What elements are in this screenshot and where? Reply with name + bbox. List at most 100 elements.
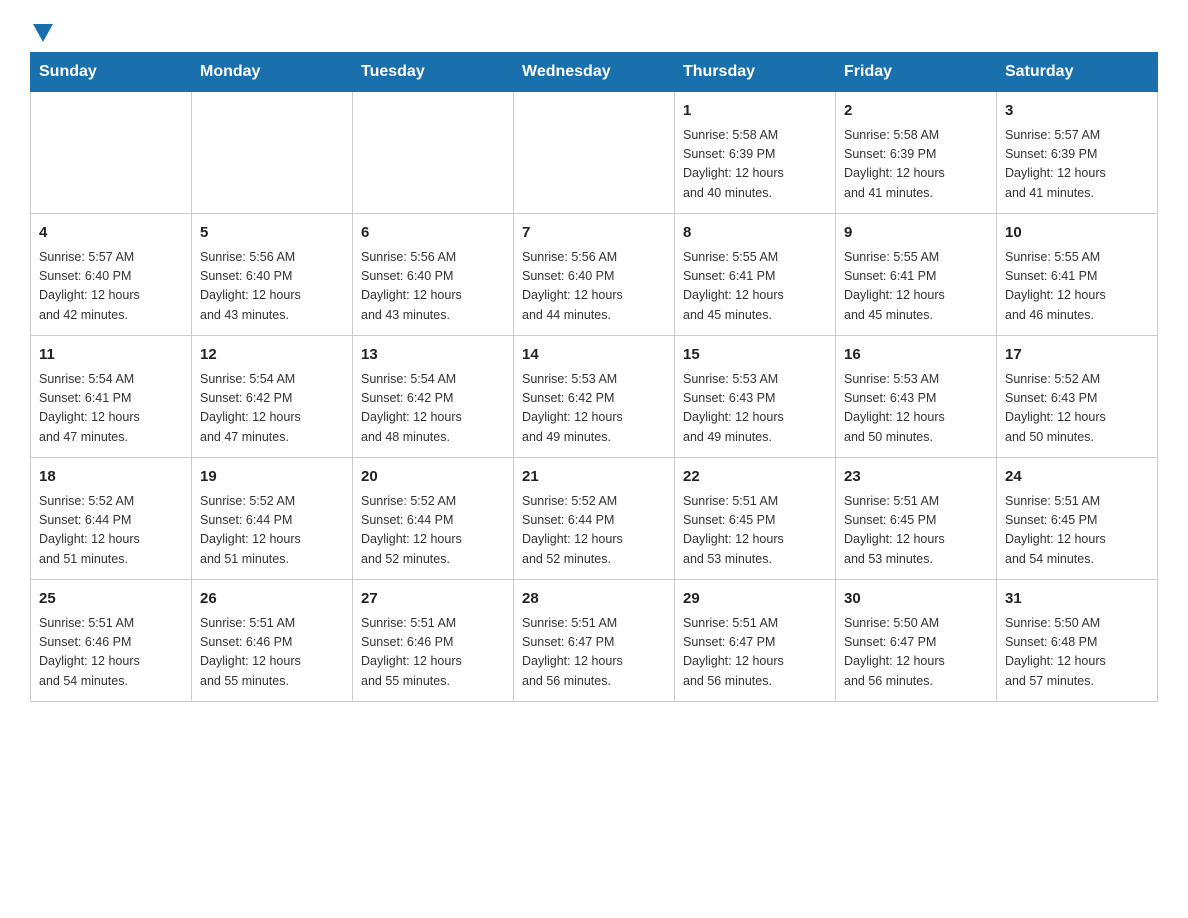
calendar-week-row: 18Sunrise: 5:52 AMSunset: 6:44 PMDayligh…: [31, 458, 1158, 580]
day-number: 21: [522, 466, 666, 489]
calendar-week-row: 25 Sunrise: 5:51 AMSunset: 6:46 PMDayligh…: [31, 580, 1158, 702]
day-number: 8: [683, 222, 827, 245]
day-number: 14: [522, 344, 666, 367]
logo-arrow-icon: [33, 24, 53, 42]
table-row: 17 Sunrise: 5:52 AMSunset: 6:43 PMDayligh…: [997, 336, 1158, 458]
table-row: 28Sunrise: 5:51 AMSunset: 6:47 PMDayligh…: [514, 580, 675, 702]
table-row: 4 Sunrise: 5:57 AMSunset: 6:40 PMDaylight…: [31, 214, 192, 336]
day-info: Sunrise: 5:51 AMSunset: 6:45 PMDaylight:…: [683, 492, 827, 570]
day-info: Sunrise: 5:56 AMSunset: 6:40 PMDaylight:…: [361, 248, 505, 326]
day-number: 3: [1005, 100, 1149, 123]
table-row: 8 Sunrise: 5:55 AMSunset: 6:41 PMDaylight…: [675, 214, 836, 336]
day-number: 2: [844, 100, 988, 123]
day-info: Sunrise: 5:52 AMSunset: 6:43 PMDaylight:…: [1005, 370, 1149, 448]
col-tuesday: Tuesday: [353, 53, 514, 92]
day-info: Sunrise: 5:51 AMSunset: 6:45 PMDaylight:…: [844, 492, 988, 570]
day-number: 7: [522, 222, 666, 245]
day-info: Sunrise: 5:51 AMSunset: 6:47 PMDaylight:…: [683, 614, 827, 692]
day-info: Sunrise: 5:51 AMSunset: 6:45 PMDaylight:…: [1005, 492, 1149, 570]
col-sunday: Sunday: [31, 53, 192, 92]
day-number: 17: [1005, 344, 1149, 367]
table-row: 21 Sunrise: 5:52 AMSunset: 6:44 PMDayligh…: [514, 458, 675, 580]
day-info: Sunrise: 5:58 AMSunset: 6:39 PMDaylight:…: [844, 126, 988, 204]
day-info: Sunrise: 5:56 AMSunset: 6:40 PMDaylight:…: [200, 248, 344, 326]
col-monday: Monday: [192, 53, 353, 92]
page-header: [30, 20, 1158, 42]
table-row: 6Sunrise: 5:56 AMSunset: 6:40 PMDaylight…: [353, 214, 514, 336]
day-info: Sunrise: 5:53 AMSunset: 6:43 PMDaylight:…: [683, 370, 827, 448]
day-info: Sunrise: 5:56 AMSunset: 6:40 PMDaylight:…: [522, 248, 666, 326]
table-row: 30Sunrise: 5:50 AMSunset: 6:47 PMDayligh…: [836, 580, 997, 702]
table-row: 10 Sunrise: 5:55 AMSunset: 6:41 PMDayligh…: [997, 214, 1158, 336]
day-number: 9: [844, 222, 988, 245]
day-info: Sunrise: 5:58 AMSunset: 6:39 PMDaylight:…: [683, 126, 827, 204]
day-number: 19: [200, 466, 344, 489]
day-number: 15: [683, 344, 827, 367]
day-number: 27: [361, 588, 505, 611]
day-info: Sunrise: 5:50 AMSunset: 6:47 PMDaylight:…: [844, 614, 988, 692]
day-number: 31: [1005, 588, 1149, 611]
table-row: 7 Sunrise: 5:56 AMSunset: 6:40 PMDaylight…: [514, 214, 675, 336]
col-saturday: Saturday: [997, 53, 1158, 92]
day-info: Sunrise: 5:52 AMSunset: 6:44 PMDaylight:…: [361, 492, 505, 570]
day-number: 12: [200, 344, 344, 367]
day-info: Sunrise: 5:57 AMSunset: 6:40 PMDaylight:…: [39, 248, 183, 326]
table-row: 9 Sunrise: 5:55 AMSunset: 6:41 PMDaylight…: [836, 214, 997, 336]
table-row: 22 Sunrise: 5:51 AMSunset: 6:45 PMDayligh…: [675, 458, 836, 580]
calendar-week-row: 4 Sunrise: 5:57 AMSunset: 6:40 PMDaylight…: [31, 214, 1158, 336]
logo: [30, 20, 53, 42]
day-info: Sunrise: 5:55 AMSunset: 6:41 PMDaylight:…: [683, 248, 827, 326]
calendar-week-row: 1 Sunrise: 5:58 AMSunset: 6:39 PMDaylight…: [31, 92, 1158, 214]
day-info: Sunrise: 5:50 AMSunset: 6:48 PMDaylight:…: [1005, 614, 1149, 692]
day-number: 26: [200, 588, 344, 611]
day-info: Sunrise: 5:57 AMSunset: 6:39 PMDaylight:…: [1005, 126, 1149, 204]
day-info: Sunrise: 5:54 AMSunset: 6:41 PMDaylight:…: [39, 370, 183, 448]
day-info: Sunrise: 5:55 AMSunset: 6:41 PMDaylight:…: [1005, 248, 1149, 326]
table-row: 3 Sunrise: 5:57 AMSunset: 6:39 PMDaylight…: [997, 92, 1158, 214]
day-number: 24: [1005, 466, 1149, 489]
day-number: 20: [361, 466, 505, 489]
calendar-header-row: Sunday Monday Tuesday Wednesday Thursday…: [31, 53, 1158, 92]
day-number: 22: [683, 466, 827, 489]
table-row: [192, 92, 353, 214]
day-info: Sunrise: 5:51 AMSunset: 6:46 PMDaylight:…: [200, 614, 344, 692]
table-row: [514, 92, 675, 214]
day-number: 28: [522, 588, 666, 611]
day-number: 23: [844, 466, 988, 489]
day-number: 13: [361, 344, 505, 367]
day-number: 4: [39, 222, 183, 245]
day-info: Sunrise: 5:52 AMSunset: 6:44 PMDaylight:…: [39, 492, 183, 570]
day-number: 29: [683, 588, 827, 611]
day-info: Sunrise: 5:55 AMSunset: 6:41 PMDaylight:…: [844, 248, 988, 326]
day-number: 5: [200, 222, 344, 245]
table-row: 25Sunrise: 5:51 AMSunset: 6:46 PMDayligh…: [31, 580, 192, 702]
table-row: 18Sunrise: 5:52 AMSunset: 6:44 PMDayligh…: [31, 458, 192, 580]
table-row: 27 Sunrise: 5:51 AMSunset: 6:46 PMDayligh…: [353, 580, 514, 702]
table-row: 15 Sunrise: 5:53 AMSunset: 6:43 PMDayligh…: [675, 336, 836, 458]
table-row: 13 Sunrise: 5:54 AMSunset: 6:42 PMDayligh…: [353, 336, 514, 458]
col-thursday: Thursday: [675, 53, 836, 92]
day-number: 1: [683, 100, 827, 123]
col-friday: Friday: [836, 53, 997, 92]
col-wednesday: Wednesday: [514, 53, 675, 92]
day-number: 25: [39, 588, 183, 611]
day-number: 10: [1005, 222, 1149, 245]
table-row: 24 Sunrise: 5:51 AMSunset: 6:45 PMDayligh…: [997, 458, 1158, 580]
table-row: 29 Sunrise: 5:51 AMSunset: 6:47 PMDayligh…: [675, 580, 836, 702]
table-row: 11 Sunrise: 5:54 AMSunset: 6:41 PMDayligh…: [31, 336, 192, 458]
table-row: 1 Sunrise: 5:58 AMSunset: 6:39 PMDaylight…: [675, 92, 836, 214]
day-number: 11: [39, 344, 183, 367]
day-info: Sunrise: 5:52 AMSunset: 6:44 PMDaylight:…: [522, 492, 666, 570]
table-row: 5 Sunrise: 5:56 AMSunset: 6:40 PMDaylight…: [192, 214, 353, 336]
day-info: Sunrise: 5:53 AMSunset: 6:43 PMDaylight:…: [844, 370, 988, 448]
day-info: Sunrise: 5:51 AMSunset: 6:46 PMDaylight:…: [361, 614, 505, 692]
day-info: Sunrise: 5:53 AMSunset: 6:42 PMDaylight:…: [522, 370, 666, 448]
table-row: 23 Sunrise: 5:51 AMSunset: 6:45 PMDayligh…: [836, 458, 997, 580]
table-row: 12Sunrise: 5:54 AMSunset: 6:42 PMDayligh…: [192, 336, 353, 458]
table-row: 31 Sunrise: 5:50 AMSunset: 6:48 PMDayligh…: [997, 580, 1158, 702]
calendar-table: Sunday Monday Tuesday Wednesday Thursday…: [30, 52, 1158, 702]
table-row: 20 Sunrise: 5:52 AMSunset: 6:44 PMDayligh…: [353, 458, 514, 580]
day-number: 16: [844, 344, 988, 367]
day-info: Sunrise: 5:54 AMSunset: 6:42 PMDaylight:…: [361, 370, 505, 448]
day-info: Sunrise: 5:52 AMSunset: 6:44 PMDaylight:…: [200, 492, 344, 570]
